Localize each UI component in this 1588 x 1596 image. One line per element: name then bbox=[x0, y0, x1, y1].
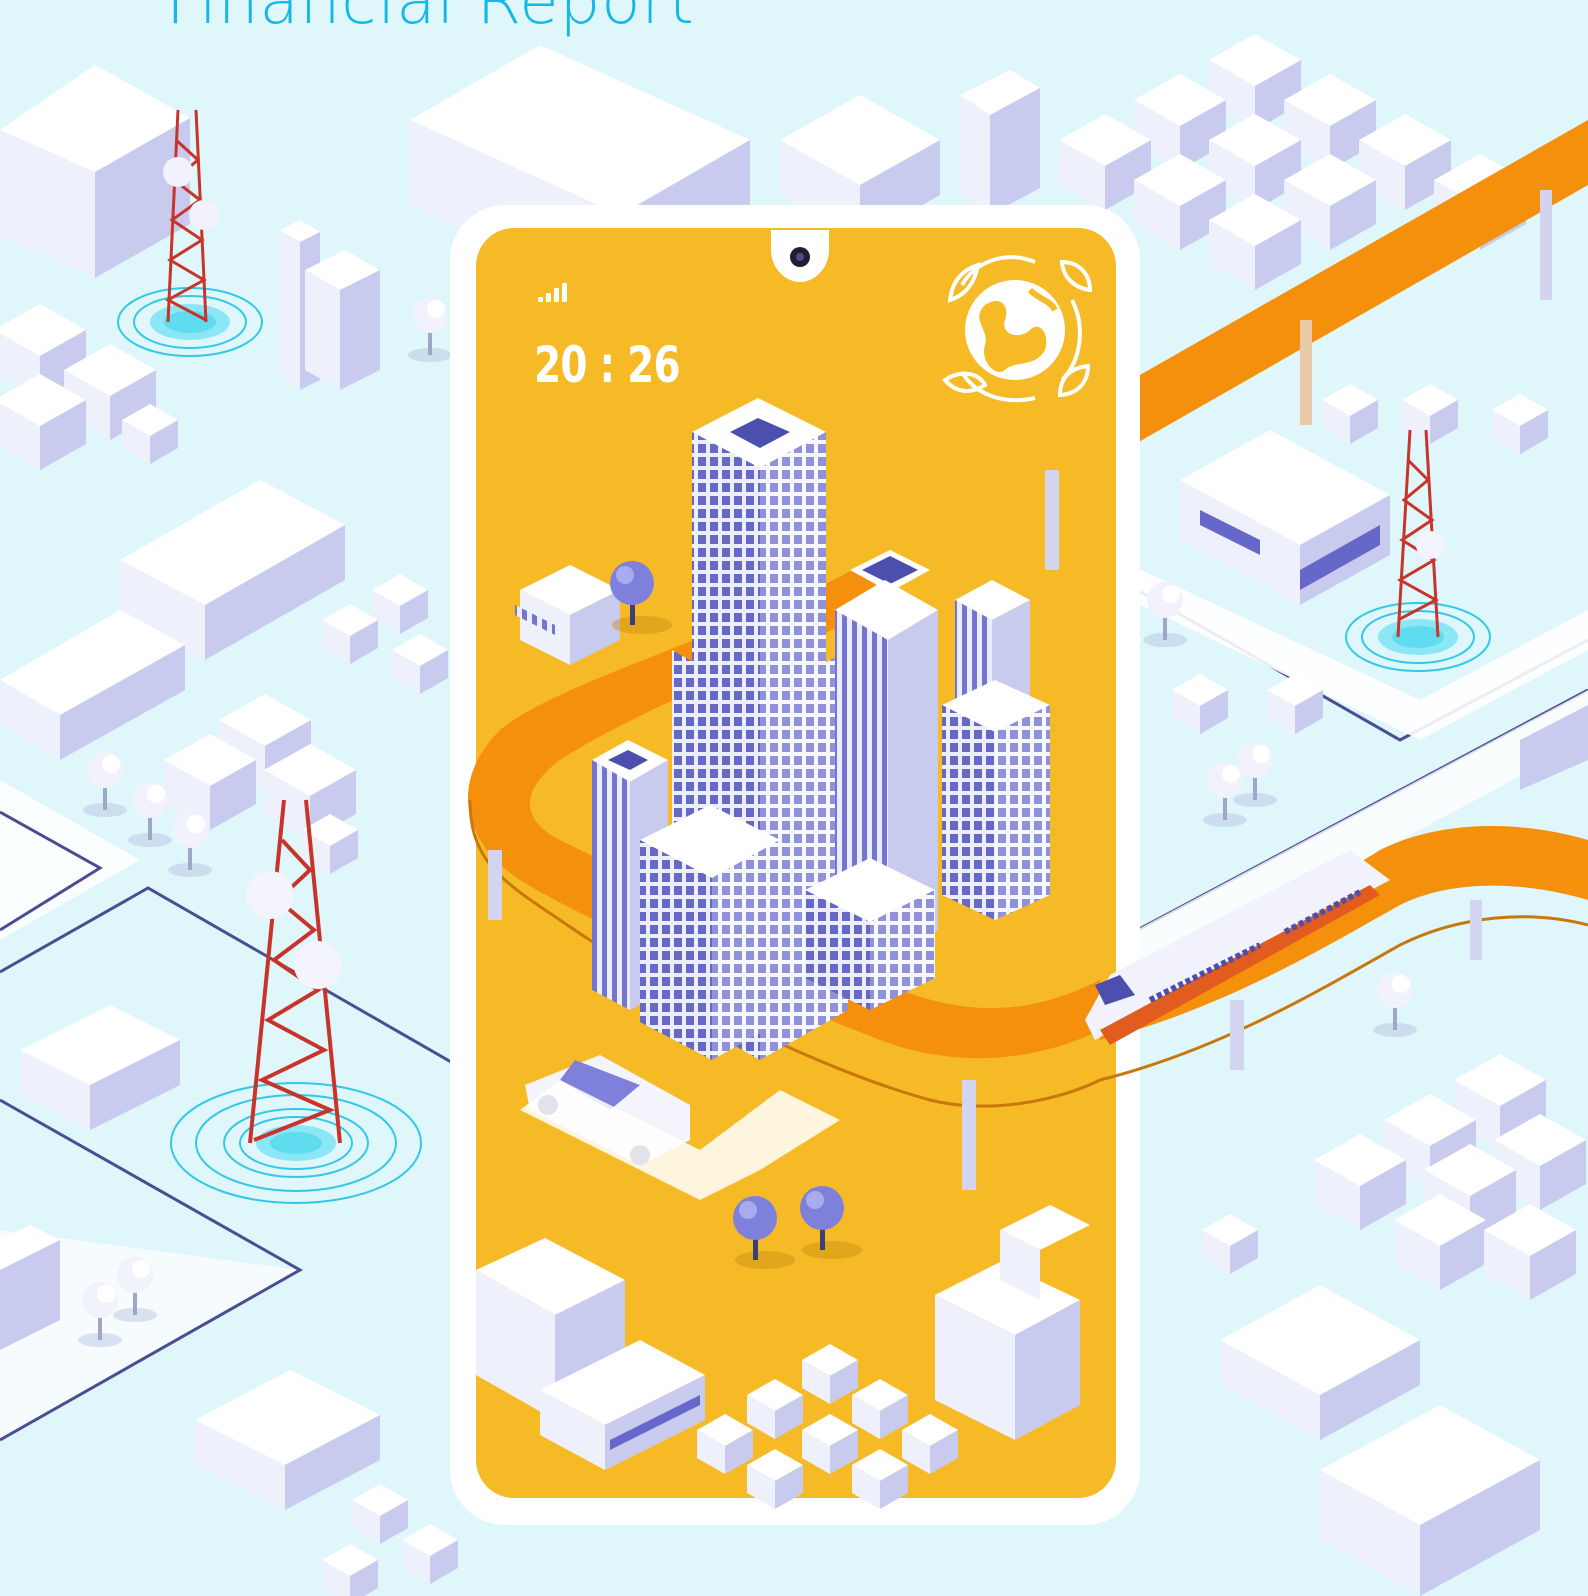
status-bar-time: 20 : 26 bbox=[534, 336, 681, 394]
signal-bars-icon bbox=[538, 278, 574, 302]
isometric-city-illustration bbox=[0, 34, 1588, 1596]
office-block bbox=[805, 858, 935, 1010]
cell-tower-bottom-left bbox=[170, 799, 422, 1204]
page-title: Financial Report bbox=[166, 0, 695, 39]
